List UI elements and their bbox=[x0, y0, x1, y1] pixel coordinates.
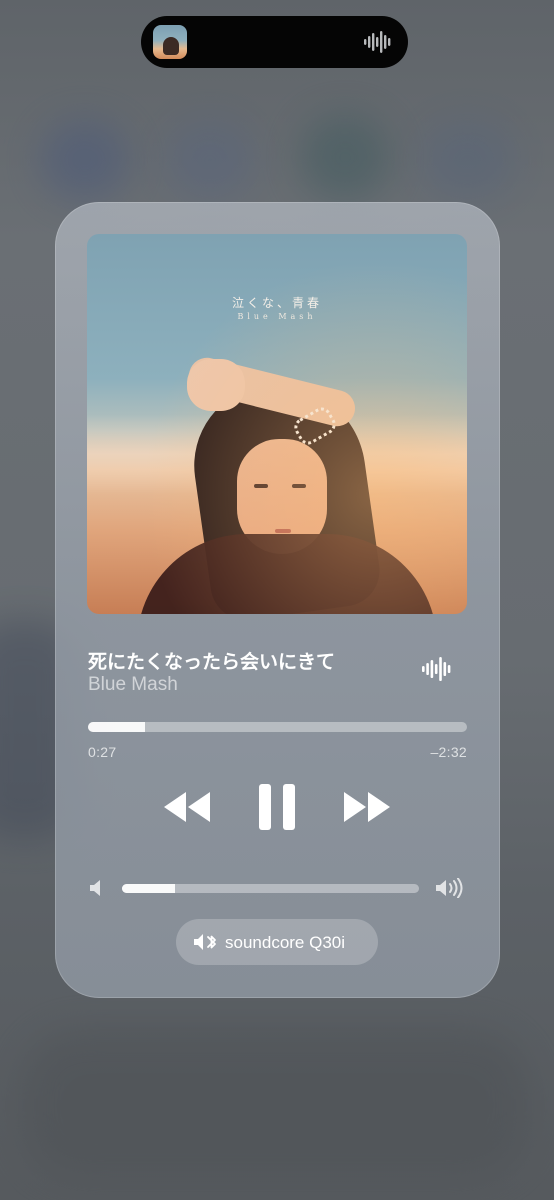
volume-fill bbox=[122, 884, 176, 893]
album-art-subtitle: Blue Mash bbox=[237, 312, 317, 321]
song-title: 死にたくなったら会いにきて bbox=[88, 652, 336, 673]
album-thumbnail bbox=[153, 25, 187, 59]
waveform-icon[interactable] bbox=[422, 657, 454, 681]
playback-progress-fill bbox=[88, 722, 145, 732]
waveform-icon bbox=[364, 31, 391, 53]
speaker-high-icon bbox=[436, 878, 463, 898]
elapsed-time: 0:27 bbox=[88, 744, 117, 760]
output-device-button[interactable]: soundcore Q30i bbox=[176, 919, 378, 965]
fast-forward-icon[interactable] bbox=[342, 782, 394, 832]
speaker-low-icon bbox=[90, 880, 100, 896]
output-device-label: soundcore Q30i bbox=[225, 933, 346, 952]
bluetooth-speaker-icon bbox=[194, 934, 216, 950]
background-app-icon bbox=[300, 115, 390, 200]
dynamic-island[interactable] bbox=[141, 16, 408, 68]
album-art[interactable]: 泣くな、青春 Blue Mash bbox=[87, 234, 467, 614]
now-playing-card: 泣くな、青春 Blue Mash 死にたくなったら会いにきて Blue Mash… bbox=[55, 202, 500, 998]
pause-icon[interactable] bbox=[257, 782, 297, 832]
rewind-icon[interactable] bbox=[160, 782, 212, 832]
artist-name[interactable]: Blue Mash bbox=[88, 674, 178, 696]
background-app-icon bbox=[40, 120, 130, 200]
background-app-icon bbox=[420, 120, 515, 200]
background-dock bbox=[20, 1030, 530, 1180]
background-app-icon bbox=[165, 120, 255, 200]
remaining-time: –2:32 bbox=[430, 744, 467, 760]
album-art-title: 泣くな、青春 bbox=[231, 296, 322, 310]
volume-slider[interactable] bbox=[122, 884, 419, 893]
playback-progress-bar[interactable] bbox=[88, 722, 467, 732]
